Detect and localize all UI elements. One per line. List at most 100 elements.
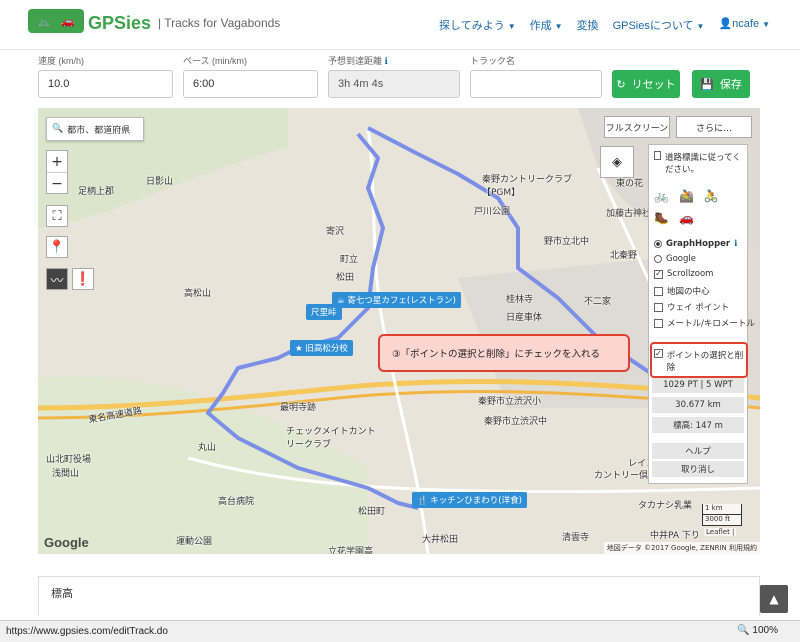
- map-label: 清雲寺: [562, 533, 590, 543]
- track-settings: 速度 (km/h) 10.0 ペース (min/km) 6:00 予想到達距離 …: [38, 54, 760, 100]
- locate-button[interactable]: 📍: [46, 236, 68, 258]
- tagline: | Tracks for Vagabonds: [158, 16, 281, 30]
- checkbox[interactable]: ✓: [654, 269, 663, 279]
- gpsies-logo[interactable]: 🚲 🚗: [28, 9, 84, 33]
- draw-route-button[interactable]: 〰: [46, 268, 68, 290]
- leaflet-credit[interactable]: Leaflet |: [704, 528, 737, 536]
- info-icon: ℹ: [384, 56, 388, 66]
- map-label: 寄沢: [326, 227, 345, 237]
- map-label: 不二家: [584, 297, 612, 307]
- caret-down-icon: ▼: [507, 22, 516, 31]
- map-label: 立花学園高: [328, 547, 374, 554]
- speed-input[interactable]: 10.0: [38, 70, 173, 98]
- reset-button[interactable]: ↻ リセット: [612, 70, 680, 98]
- main-menu: 探してみよう ▼ 作成 ▼ 変換 GPSiesについて ▼ 👤ncafe ▼: [439, 17, 770, 33]
- map-label: 松田町: [358, 507, 386, 517]
- map-attribution[interactable]: 地図データ ©2017 Google, ZENRIN 利用規約: [603, 542, 760, 554]
- zoom-in-button[interactable]: +: [47, 151, 67, 173]
- add-poi-button[interactable]: ❗: [72, 268, 94, 290]
- map-label: 高松山: [184, 289, 212, 299]
- status-url: https://www.gpsies.com/editTrack.do: [6, 626, 168, 637]
- info-icon: ℹ: [734, 239, 738, 249]
- poi-marker-label[interactable]: ☕ 寄七つ星カフェ(レストラン): [332, 292, 461, 308]
- track-name-input[interactable]: [470, 70, 602, 98]
- caret-down-icon: ▼: [554, 22, 563, 31]
- eta-label: 予想到達距離 ℹ: [328, 56, 388, 66]
- poi-marker-label[interactable]: ★ 旧高松分校: [290, 340, 353, 356]
- pace-label: ペース (min/km): [183, 56, 248, 66]
- scroll-top-button[interactable]: ▲: [760, 585, 788, 613]
- map-label: タカナシ乳業: [638, 501, 693, 511]
- cancel-button[interactable]: 取り消し: [652, 461, 744, 477]
- location-pin-icon: 📍: [48, 239, 66, 255]
- highlight-box: [650, 342, 748, 378]
- summary-distance: 30.677 km: [652, 397, 744, 413]
- map-label: 高台病院: [218, 497, 255, 507]
- bike-icon[interactable]: 🚲: [654, 189, 669, 203]
- hiker-icon[interactable]: 🥾: [654, 211, 669, 225]
- menu-user[interactable]: 👤ncafe ▼: [718, 17, 770, 33]
- menu-explore[interactable]: 探してみよう ▼: [439, 17, 516, 33]
- map-label: 桂林寺: [506, 295, 534, 305]
- transport-modes: 🚲 🚵 🚴: [654, 189, 719, 203]
- zoom-out-button[interactable]: −: [47, 173, 67, 195]
- poi-marker-label[interactable]: 尺里峠: [306, 304, 342, 320]
- refresh-icon: ↻: [616, 78, 626, 91]
- car-icon: 🚗: [61, 14, 75, 28]
- map-label: 丸山: [198, 443, 217, 453]
- poi-marker-label[interactable]: 🍴 キッチンひまわり(洋食): [412, 492, 527, 508]
- menu-about[interactable]: GPSiesについて ▼: [613, 17, 705, 33]
- chevron-up-icon: ▲: [769, 592, 779, 606]
- pace-input[interactable]: 6:00: [183, 70, 318, 98]
- map-area[interactable]: 🔍 都市、都道府県 + − ⛶ 📍 〰 ❗ フルスクリーン さらに… ◈ 足柄上郡…: [38, 108, 760, 554]
- elevation-panel: 標高: [38, 576, 760, 616]
- follow-roads-option[interactable]: 道路標識に従ってください。: [654, 151, 744, 175]
- expand-icon: ⛶: [52, 208, 62, 224]
- radio[interactable]: [654, 255, 662, 263]
- car-icon[interactable]: 🚗: [679, 211, 694, 225]
- map-label: 大井松田: [422, 535, 459, 545]
- checkbox[interactable]: [654, 318, 663, 328]
- menu-create[interactable]: 作成 ▼: [530, 17, 563, 33]
- zoom-level[interactable]: 🔍 100%: [737, 625, 778, 636]
- scrollzoom-option[interactable]: ✓ Scrollzoom: [654, 269, 713, 279]
- map-label: 山北町役場: [46, 455, 92, 465]
- save-icon: 💾: [700, 78, 714, 91]
- bike-icon: 🚲: [37, 14, 51, 28]
- radio[interactable]: [654, 240, 662, 248]
- elevation-title: 標高: [51, 588, 73, 600]
- checkbox[interactable]: [654, 286, 663, 296]
- checkbox[interactable]: [654, 302, 663, 312]
- status-bar: https://www.gpsies.com/editTrack.do 🔍 10…: [0, 620, 800, 642]
- graphhopper-option[interactable]: GraphHopper ℹ: [654, 239, 737, 249]
- google-option[interactable]: Google: [654, 254, 696, 264]
- map-label: 野市立北中: [544, 237, 590, 247]
- brand-name[interactable]: GPSies: [88, 13, 151, 34]
- more-button[interactable]: さらに…: [676, 116, 752, 138]
- map-center-option[interactable]: 地図の中心: [654, 285, 710, 297]
- track-name-label: トラック名: [470, 56, 516, 66]
- help-button[interactable]: ヘルプ: [652, 443, 744, 459]
- poi-icon: ❗: [74, 271, 92, 287]
- instruction-callout: ③「ポイントの選択と削除」にチェックを入れる: [378, 334, 630, 372]
- fullscreen-button[interactable]: フルスクリーン: [604, 116, 670, 138]
- meter-option[interactable]: メートル/キロメートル: [654, 317, 755, 329]
- mtb-icon[interactable]: 🚵: [679, 189, 694, 203]
- map-search[interactable]: 🔍 都市、都道府県: [46, 117, 144, 141]
- route-icon: 〰: [50, 273, 64, 289]
- save-button[interactable]: 💾 保存: [692, 70, 750, 98]
- summary-altitude: 標高: 147 m: [652, 417, 744, 433]
- cyclist-icon[interactable]: 🚴: [704, 189, 719, 203]
- summary-points: 1029 PT | 5 WPT: [652, 377, 744, 393]
- map-label: 中井PA 下り: [650, 531, 700, 541]
- waypoint-option[interactable]: ウェイ ポイント: [654, 301, 729, 313]
- zoom-icon: 🔍: [737, 625, 750, 636]
- fit-bounds-button[interactable]: ⛶: [46, 205, 68, 227]
- caret-down-icon: ▼: [696, 22, 705, 31]
- star-icon: ★: [295, 344, 306, 354]
- layers-button[interactable]: ◈: [600, 146, 634, 178]
- checkbox[interactable]: [654, 151, 662, 160]
- map-label: 東の花: [616, 179, 644, 189]
- map-label: 秦野市立渋沢中: [484, 417, 548, 427]
- menu-convert[interactable]: 変換: [577, 17, 599, 33]
